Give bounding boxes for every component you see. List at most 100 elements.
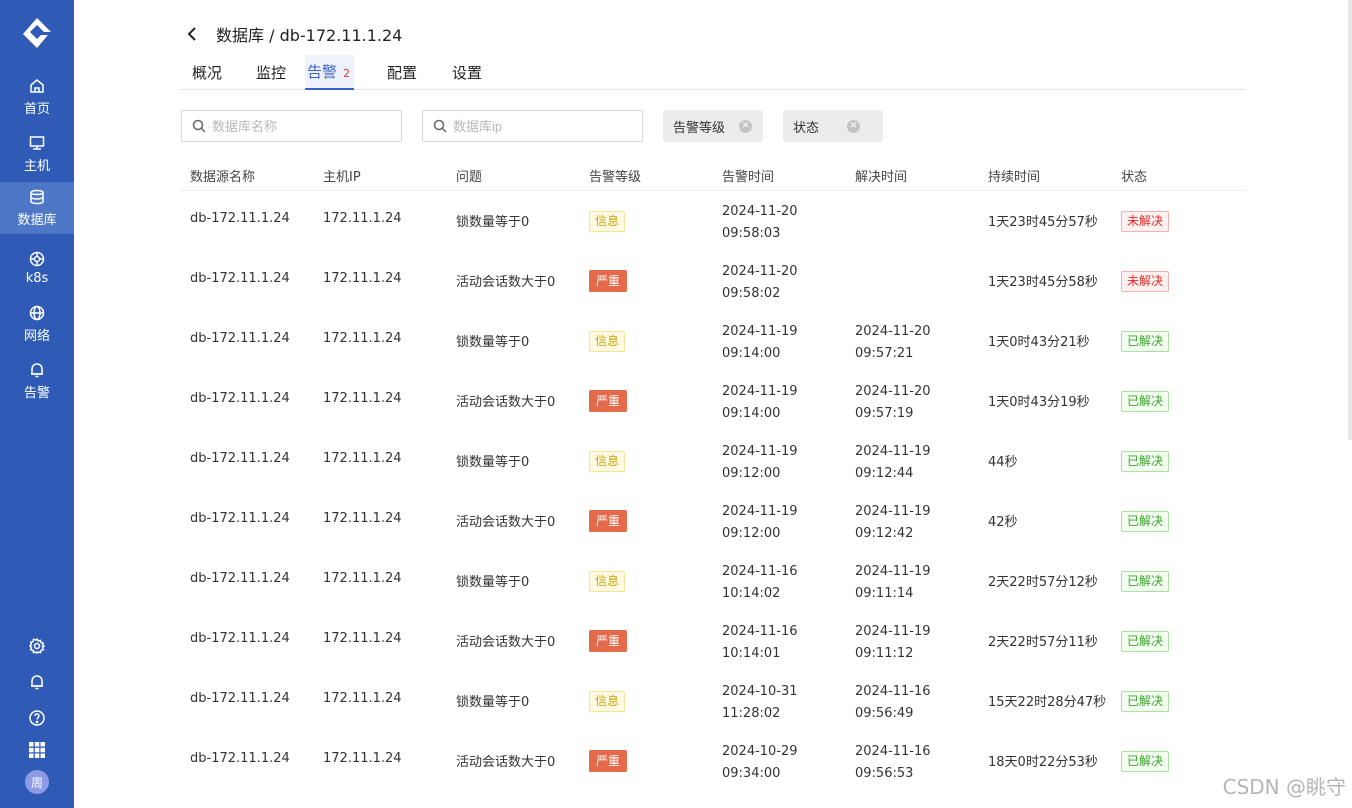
monitor-icon: [29, 136, 45, 150]
db-ip-input[interactable]: [453, 118, 633, 134]
tab-alerts[interactable]: 告警 2: [305, 55, 355, 90]
tab-config[interactable]: 配置: [375, 55, 429, 90]
table-row[interactable]: db-172.11.1.24 172.11.1.24 锁数量等于0 信息 2024-11…: [180, 311, 1246, 371]
table-row[interactable]: db-172.11.1.24 172.11.1.24 锁数量等于0 信息 2024-11…: [180, 191, 1246, 251]
back-arrow-icon[interactable]: [184, 25, 202, 43]
avatar[interactable]: 周: [25, 770, 49, 794]
db-name-input[interactable]: [212, 118, 392, 134]
logo-icon[interactable]: [20, 16, 54, 50]
resolve-clock: 09:57:19: [855, 406, 914, 421]
clear-icon[interactable]: ✕: [739, 119, 753, 133]
cell-source-name: db-172.11.1.24: [190, 331, 290, 346]
table-row[interactable]: db-172.11.1.24 172.11.1.24 锁数量等于0 信息 2024-11…: [180, 431, 1246, 491]
cell-issue: 锁数量等于0: [456, 335, 530, 350]
sidebar-item-home[interactable]: 首页: [0, 71, 74, 123]
column-header[interactable]: 告警时间: [722, 166, 774, 185]
level-filter[interactable]: 告警等级 ✕: [663, 110, 763, 142]
resolve-date: 2024-11-20: [855, 324, 931, 339]
scrollbar[interactable]: [1348, 0, 1352, 440]
cell-host-ip: 172.11.1.24: [323, 271, 402, 286]
name-search[interactable]: [181, 110, 402, 142]
table-row[interactable]: db-172.11.1.24 172.11.1.24 活动会话数大于0 严重 2024-…: [180, 611, 1246, 671]
cell-source-name: db-172.11.1.24: [190, 631, 290, 646]
cell-duration: 44秒: [988, 455, 1018, 470]
cell-host-ip: 172.11.1.24: [323, 571, 402, 586]
alert-date: 2024-11-20: [722, 204, 798, 219]
tab-overview[interactable]: 概况: [180, 55, 234, 90]
sidebar-item-label: 首页: [23, 102, 50, 117]
search-icon: [433, 119, 447, 133]
table-row[interactable]: db-172.11.1.24 172.11.1.24 锁数量等于0 信息 2024-11…: [180, 551, 1246, 611]
alert-date: 2024-10-29: [722, 744, 798, 759]
alert-clock: 10:14:01: [722, 646, 781, 661]
sidebar-item-label: 主机: [23, 159, 50, 174]
alert-clock: 09:58:02: [722, 286, 781, 301]
cell-alert-time: 2024-10-29 09:34:00: [722, 741, 798, 785]
cell-source-name: db-172.11.1.24: [190, 691, 290, 706]
column-header[interactable]: 主机IP: [323, 166, 361, 185]
resolve-clock: 09:12:42: [855, 526, 914, 541]
watermark: CSDN @眺守: [1222, 775, 1346, 799]
column-header[interactable]: 持续时间: [988, 166, 1040, 185]
alert-clock: 11:28:02: [722, 706, 781, 721]
cell-resolve-time: 2024-11-20 09:57:21: [855, 321, 931, 365]
cell-alert-time: 2024-11-19 09:14:00: [722, 381, 798, 425]
column-header[interactable]: 告警等级: [589, 166, 641, 185]
cell-issue: 活动会话数大于0: [456, 395, 556, 410]
help-icon[interactable]: [26, 707, 48, 729]
level-badge: 严重: [589, 750, 628, 772]
resolve-date: 2024-11-19: [855, 504, 931, 519]
table-row[interactable]: db-172.11.1.24 172.11.1.24 活动会话数大于0 严重 2024-…: [180, 251, 1246, 311]
table-row[interactable]: db-172.11.1.24 172.11.1.24 活动会话数大于0 严重 2024-…: [180, 731, 1246, 791]
sidebar-item-label: 数据库: [17, 213, 57, 228]
cell-duration: 2天22时57分12秒: [988, 575, 1098, 590]
status-badge: 已解决: [1121, 571, 1170, 592]
alert-date: 2024-11-19: [722, 504, 798, 519]
resolve-clock: 09:56:53: [855, 766, 914, 781]
level-badge: 信息: [589, 451, 626, 472]
column-header[interactable]: 解决时间: [855, 166, 907, 185]
clear-icon[interactable]: ✕: [847, 119, 861, 133]
table-row[interactable]: db-172.11.1.24 172.11.1.24 活动会话数大于0 严重 2024-…: [180, 371, 1246, 431]
column-header[interactable]: 数据源名称: [190, 166, 255, 185]
alert-date: 2024-11-19: [722, 384, 798, 399]
cell-host-ip: 172.11.1.24: [323, 211, 402, 226]
alert-clock: 09:34:00: [722, 766, 781, 781]
home-icon: [30, 79, 44, 93]
cell-duration: 15天22时28分47秒: [988, 695, 1107, 710]
alert-date: 2024-10-31: [722, 684, 798, 699]
cell-issue: 锁数量等于0: [456, 695, 530, 710]
sidebar-item-host[interactable]: 主机: [0, 128, 74, 180]
bell-icon: [31, 363, 43, 378]
tab-settings[interactable]: 设置: [440, 55, 494, 90]
sidebar-item-k8s[interactable]: k8s: [0, 242, 74, 294]
apps-grid-icon[interactable]: [26, 739, 48, 761]
tab-monitor[interactable]: 监控: [244, 55, 298, 90]
settings-icon[interactable]: [26, 635, 48, 657]
status-badge: 已解决: [1121, 691, 1170, 712]
notification-bell-icon[interactable]: [26, 671, 48, 693]
cell-duration: 42秒: [988, 515, 1018, 530]
cell-host-ip: 172.11.1.24: [323, 451, 402, 466]
cell-duration: 2天22时57分11秒: [988, 635, 1098, 650]
cell-alert-time: 2024-11-19 09:14:00: [722, 321, 798, 365]
sidebar-item-network[interactable]: 网络: [0, 298, 74, 350]
cell-issue: 活动会话数大于0: [456, 515, 556, 530]
alert-date: 2024-11-20: [722, 264, 798, 279]
sidebar-item-alerts[interactable]: 告警: [0, 355, 74, 407]
cell-duration: 1天23时45分58秒: [988, 275, 1098, 290]
sidebar-item-database[interactable]: 数据库: [0, 182, 74, 234]
table-row[interactable]: db-172.11.1.24 172.11.1.24 锁数量等于0 信息 2024-10…: [180, 671, 1246, 731]
cell-alert-time: 2024-11-16 10:14:01: [722, 621, 798, 665]
status-filter[interactable]: 状态 ✕: [783, 110, 883, 142]
level-badge: 信息: [589, 691, 626, 712]
ip-search[interactable]: [422, 110, 643, 142]
column-header[interactable]: 问题: [456, 166, 482, 185]
alert-clock: 09:12:00: [722, 466, 781, 481]
cell-source-name: db-172.11.1.24: [190, 511, 290, 526]
table-row[interactable]: db-172.11.1.24 172.11.1.24 活动会话数大于0 严重 2024-…: [180, 491, 1246, 551]
sidebar: 首页 主机 数据库 k8s 网络 告警 周: [0, 0, 74, 808]
column-header[interactable]: 状态: [1121, 166, 1147, 185]
alert-date: 2024-11-19: [722, 324, 798, 339]
status-badge: 未解决: [1121, 271, 1170, 292]
